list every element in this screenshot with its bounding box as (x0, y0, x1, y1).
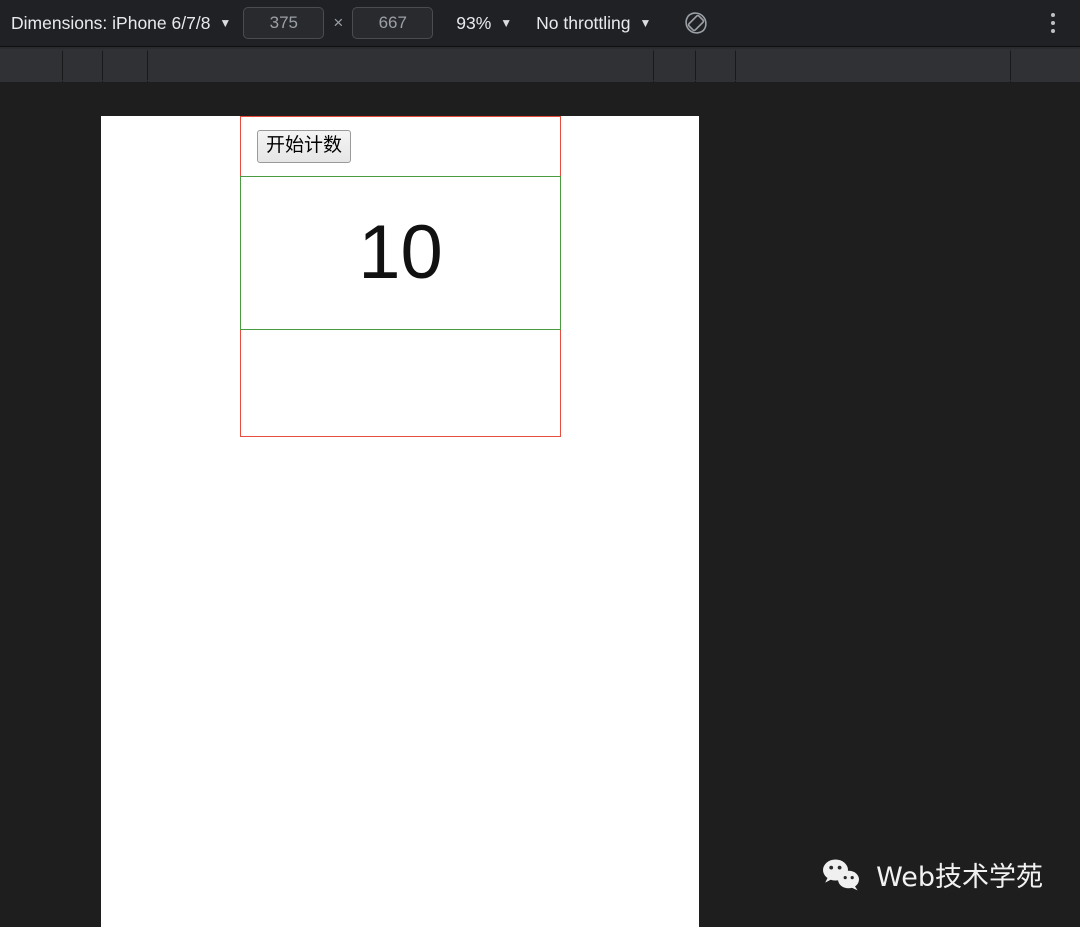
toolbar-segment[interactable] (654, 49, 695, 82)
rotate-device-icon (685, 12, 708, 34)
three-dot-menu-icon (1051, 29, 1055, 33)
chevron-down-icon: ▼ (219, 16, 232, 30)
three-dot-menu-icon (1051, 21, 1055, 25)
toolbar-divider (62, 51, 63, 80)
toolbar-segment[interactable] (1011, 49, 1080, 82)
chevron-down-icon: ▼ (500, 16, 513, 30)
toolbar-segment[interactable] (0, 49, 62, 82)
toolbar-divider (147, 51, 148, 80)
device-dimensions-label: Dimensions: iPhone 6/7/8 (11, 12, 211, 33)
toolbar-segment[interactable] (696, 49, 735, 82)
toolbar-divider (102, 51, 103, 80)
counter-display-box: 10 (240, 176, 561, 330)
toolbar-divider (695, 51, 696, 80)
more-options-button[interactable] (1040, 6, 1066, 40)
secondary-toolbar (0, 47, 1080, 82)
watermark: Web技术学苑 (822, 855, 1043, 894)
zoom-level-label: 93% (456, 12, 492, 33)
toolbar-divider (1010, 51, 1011, 80)
outer-container-box: 开始计数 10 (240, 116, 561, 437)
three-dot-menu-icon (1051, 13, 1055, 17)
toolbar-segment[interactable] (103, 49, 147, 82)
multiply-symbol: × (333, 13, 344, 32)
toolbar-segment[interactable] (148, 49, 653, 82)
start-counting-button[interactable]: 开始计数 (257, 130, 352, 163)
viewport-width-input[interactable]: 375 (243, 7, 325, 39)
viewport-height-input[interactable]: 667 (352, 7, 434, 39)
watermark-text: Web技术学苑 (876, 862, 1043, 893)
throttling-dropdown[interactable]: No throttling ▼ (536, 13, 651, 34)
device-canvas-area: 开始计数 10 Web技术学苑 (0, 83, 1080, 927)
toolbar-segment[interactable] (736, 49, 1010, 82)
wechat-logo-icon (823, 859, 860, 890)
toolbar-divider (653, 51, 654, 80)
emulated-page-viewport[interactable]: 开始计数 10 (101, 116, 699, 927)
toolbar-segment[interactable] (63, 49, 102, 82)
chevron-down-icon: ▼ (639, 16, 652, 30)
toolbar-divider (735, 51, 736, 80)
device-dimensions-dropdown[interactable]: Dimensions: iPhone 6/7/8 ▼ (11, 13, 231, 34)
device-emulation-toolbar: Dimensions: iPhone 6/7/8 ▼ 375 × 667 93%… (0, 0, 1080, 47)
throttling-label: No throttling (536, 12, 631, 33)
counter-value: 10 (358, 210, 443, 295)
zoom-level-dropdown[interactable]: 93% ▼ (456, 13, 512, 34)
rotate-device-button[interactable] (679, 6, 713, 40)
